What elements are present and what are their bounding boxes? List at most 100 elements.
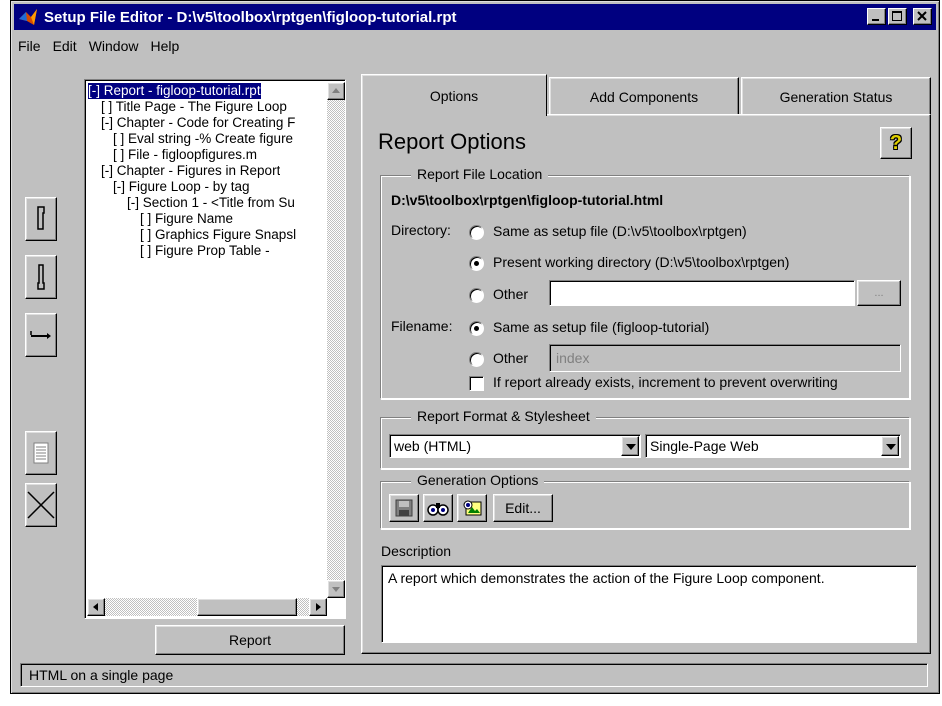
status-text: HTML on a single page [29, 667, 174, 683]
title-bar[interactable]: Setup File Editor - D:\v5\toolbox\rptgen… [14, 4, 936, 30]
image-icon [463, 500, 482, 516]
edit-button[interactable]: Edit... [493, 494, 553, 522]
report-file-location-group: Report File Location D:\v5\toolbox\rptge… [380, 166, 910, 399]
report-file-location-title: Report File Location [411, 166, 549, 182]
format-value: web (HTML) [394, 438, 472, 454]
dir-other-radio[interactable] [469, 288, 484, 303]
menu-help[interactable]: Help [150, 38, 179, 54]
tree-item[interactable]: [-] Chapter - Code for Creating F [101, 115, 295, 131]
properties-button[interactable] [25, 431, 57, 475]
tree-item[interactable]: [ ] Graphics Figure Snapsl [140, 227, 296, 243]
directory-other-input[interactable] [549, 280, 855, 306]
report-format-group: Report Format & Stylesheet web (HTML) Si… [380, 408, 910, 469]
tree-horizontal-scrollbar[interactable] [87, 598, 327, 616]
tree-item[interactable]: [ ] Figure Prop Table - [140, 243, 270, 259]
tab-generation-status-label: Generation Status [779, 88, 893, 105]
tab-options[interactable]: Options [361, 74, 547, 116]
tab-add-components-label: Add Components [589, 88, 699, 105]
help-button[interactable]: ? [880, 127, 912, 159]
tree-item[interactable]: [ ] Title Page - The Figure Loop [101, 99, 287, 115]
filename-other-input[interactable]: index [549, 344, 901, 372]
arrow-left-icon [93, 603, 98, 611]
dir-pwd-label: Present working directory (D:\v5\toolbox… [493, 254, 790, 270]
scroll-up-button[interactable] [327, 82, 345, 100]
menu-window[interactable]: Window [89, 38, 139, 54]
description-text: A report which demonstrates the action o… [388, 570, 825, 586]
minimize-icon [872, 19, 879, 21]
description-label: Description [381, 543, 452, 559]
page-title: Report Options [378, 129, 526, 154]
menu-file[interactable]: File [18, 38, 41, 54]
fn-same-as-setup-label: Same as setup file (figloop-tutorial) [493, 319, 710, 335]
tab-options-label: Options [429, 87, 479, 104]
minimize-button[interactable] [867, 8, 886, 25]
increment-label: If report already exists, increment to p… [493, 374, 838, 390]
edit-button-label: Edit... [505, 500, 541, 516]
chevron-down-icon [626, 444, 636, 450]
arrow-up-icon [332, 88, 340, 93]
demote-icon [30, 331, 51, 339]
menu-edit[interactable]: Edit [53, 38, 77, 54]
window-title: Setup File Editor - D:\v5\toolbox\rptgen… [44, 8, 457, 26]
demote-button[interactable] [25, 313, 57, 357]
fn-other-radio[interactable] [469, 352, 484, 367]
tab-add-components[interactable]: Add Components [549, 77, 739, 115]
report-file-path: D:\v5\toolbox\rptgen\figloop-tutorial.ht… [391, 192, 664, 208]
directory-label: Directory: [391, 222, 451, 238]
move-down-button[interactable] [25, 255, 57, 299]
status-bar: HTML on a single page [20, 663, 928, 687]
preview-button[interactable] [423, 494, 453, 522]
description-textarea[interactable]: A report which demonstrates the action o… [381, 565, 917, 643]
increment-checkbox[interactable] [469, 376, 484, 391]
scroll-right-button[interactable] [309, 598, 327, 616]
tab-generation-status[interactable]: Generation Status [741, 77, 931, 115]
delete-icon [27, 491, 55, 519]
scroll-thumb[interactable] [197, 598, 297, 616]
setup-file-editor-window: Setup File Editor - D:\v5\toolbox\rptgen… [10, 0, 940, 694]
format-select[interactable]: web (HTML) [389, 434, 641, 458]
report-format-title: Report Format & Stylesheet [411, 408, 596, 424]
filename-label: Filename: [391, 318, 453, 334]
dir-same-as-setup-label: Same as setup file (D:\v5\toolbox\rptgen… [493, 223, 747, 239]
stylesheet-value: Single-Page Web [650, 438, 759, 454]
generation-options-title: Generation Options [411, 472, 545, 488]
scroll-down-button[interactable] [327, 580, 345, 598]
format-dropdown-button[interactable] [621, 436, 639, 456]
tree-item[interactable]: [-] Report - figloop-tutorial.rpt [88, 83, 261, 99]
maximize-icon [892, 11, 902, 21]
tree-item[interactable]: [-] Chapter - Figures in Report [101, 163, 280, 179]
dir-pwd-radio[interactable] [469, 256, 484, 271]
close-button[interactable] [913, 8, 932, 25]
tree-item[interactable]: [ ] File - figloopfigures.m [113, 147, 257, 163]
tree-vertical-scrollbar[interactable] [327, 82, 345, 598]
chevron-down-icon [886, 444, 896, 450]
scroll-left-button[interactable] [87, 598, 105, 616]
tree-item[interactable]: [-] Figure Loop - by tag [113, 179, 250, 195]
tree-item[interactable]: [-] Section 1 - <Title from Su [127, 195, 295, 211]
maximize-button[interactable] [888, 8, 907, 25]
save-button[interactable] [389, 494, 419, 522]
help-icon: ? [889, 131, 903, 154]
move-up-button[interactable] [25, 197, 57, 241]
report-button[interactable]: Report [155, 625, 345, 655]
stylesheet-dropdown-button[interactable] [881, 436, 899, 456]
dir-same-as-setup-radio[interactable] [469, 225, 484, 240]
move-up-icon [37, 206, 45, 230]
browse-button-label: ... [874, 287, 884, 299]
arrow-down-icon [332, 587, 340, 592]
dir-other-label: Other [493, 286, 529, 302]
delete-button[interactable] [25, 483, 57, 527]
matlab-icon [19, 9, 37, 25]
menu-bar: File Edit Window Help [14, 33, 187, 59]
tree-item[interactable]: [ ] Figure Name [140, 211, 233, 227]
stylesheet-select[interactable]: Single-Page Web [645, 434, 901, 458]
browse-button[interactable]: ... [857, 280, 901, 306]
fn-same-as-setup-radio[interactable] [469, 321, 484, 336]
move-down-icon [37, 264, 45, 290]
fn-other-label: Other [493, 350, 529, 366]
outline-tree[interactable]: [-] Report - figloop-tutorial.rpt [ ] Ti… [84, 79, 346, 619]
snapshot-button[interactable] [457, 494, 487, 522]
binoculars-icon [427, 503, 449, 516]
arrow-right-icon [316, 603, 321, 611]
tree-item[interactable]: [ ] Eval string -% Create figure [113, 131, 293, 147]
